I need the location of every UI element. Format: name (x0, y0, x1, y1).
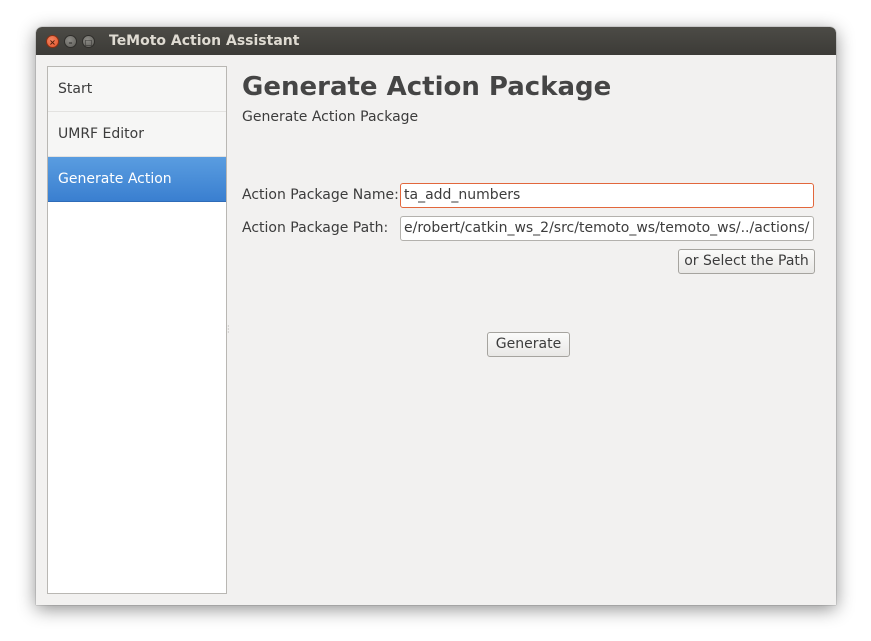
close-icon[interactable]: × (46, 35, 59, 48)
title-bar[interactable]: × – □ TeMoto Action Assistant (36, 27, 836, 55)
sidebar-item-label: UMRF Editor (58, 126, 144, 142)
splitter-handle[interactable]: · · · (227, 323, 231, 337)
main-window: × – □ TeMoto Action Assistant Start UMRF… (36, 27, 836, 605)
select-path-button[interactable]: or Select the Path (678, 249, 815, 274)
package-name-label: Action Package Name: (242, 187, 399, 203)
package-name-input[interactable]: ta_add_numbers (400, 183, 814, 208)
sidebar-item-label: Start (58, 81, 93, 97)
window-title: TeMoto Action Assistant (109, 33, 300, 49)
sidebar-item-umrf-editor[interactable]: UMRF Editor (48, 112, 226, 157)
sidebar-item-start[interactable]: Start (48, 67, 226, 112)
sidebar: Start UMRF Editor Generate Action (47, 66, 227, 594)
package-path-label: Action Package Path: (242, 220, 389, 236)
generate-button[interactable]: Generate (487, 332, 570, 357)
maximize-icon[interactable]: □ (82, 35, 95, 48)
minimize-icon[interactable]: – (64, 35, 77, 48)
page-subtitle: Generate Action Package (242, 109, 419, 125)
sidebar-item-generate-action[interactable]: Generate Action (48, 157, 226, 202)
sidebar-item-label: Generate Action (58, 171, 172, 187)
package-path-input[interactable]: e/robert/catkin_ws_2/src/temoto_ws/temot… (400, 216, 814, 241)
page-title: Generate Action Package (242, 72, 612, 102)
